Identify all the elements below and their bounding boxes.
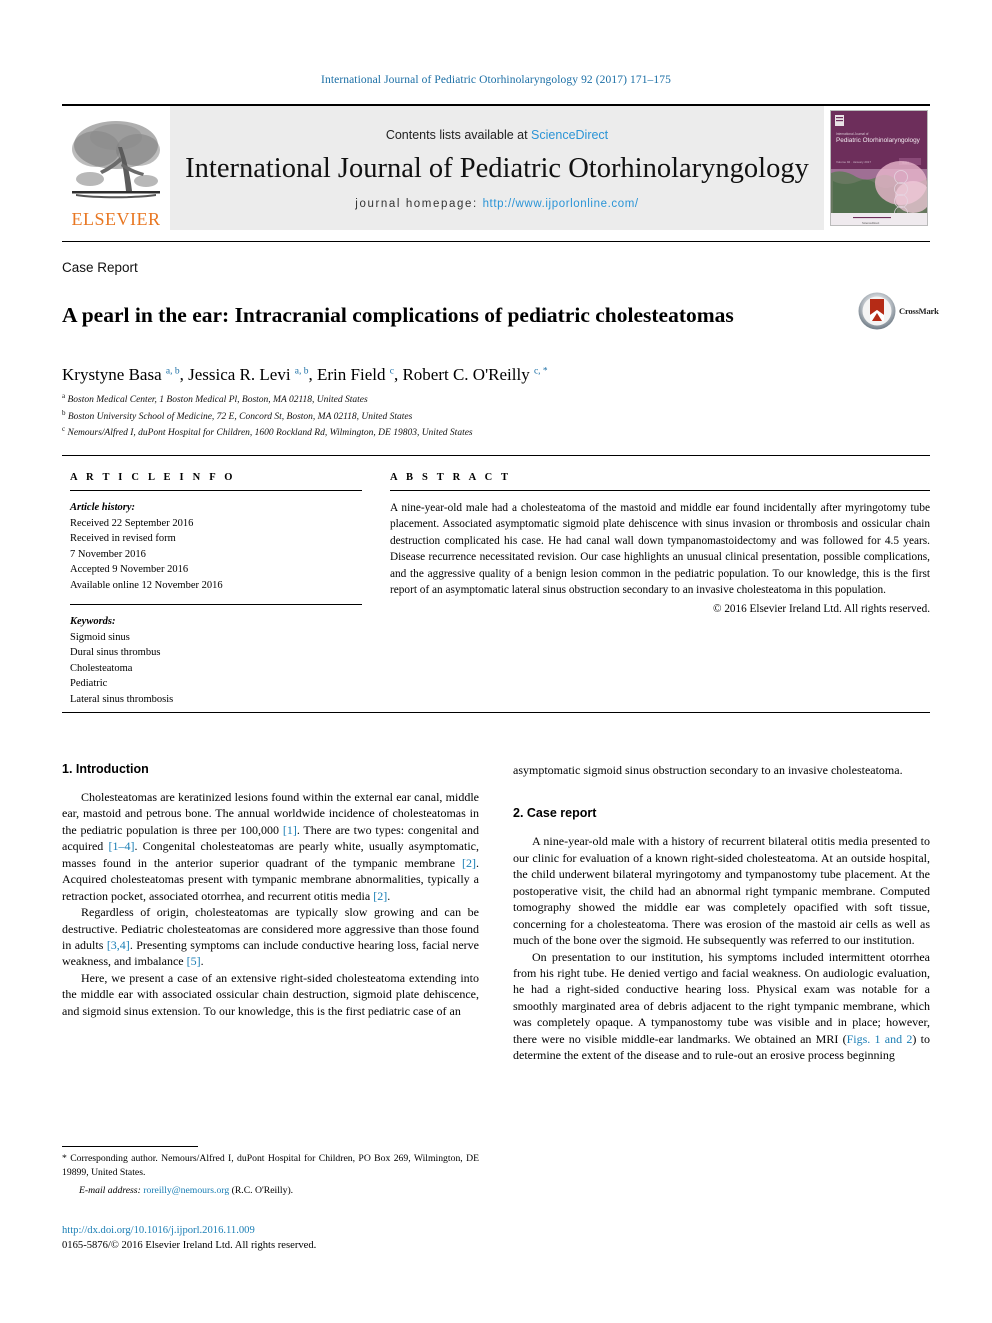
paragraph: Regardless of origin, cholesteatomas are…: [62, 904, 479, 970]
svg-text:Volume 92 · January 2017: Volume 92 · January 2017: [836, 160, 871, 164]
abstract-panel: A B S T R A C T A nine-year-old male had…: [390, 472, 930, 615]
paragraph: Here, we present a case of an extensive …: [62, 970, 479, 1018]
author-list: Krystyne Basa a, b, Jessica R. Levi a, b…: [62, 365, 882, 385]
contents-available-line: Contents lists available at ScienceDirec…: [386, 128, 608, 142]
keyword-item: Lateral sinus thrombosis: [70, 693, 174, 705]
corresponding-author-note: * Corresponding author. Nemours/Alfred I…: [62, 1152, 479, 1180]
issn-copyright: 0165-5876/© 2016 Elsevier Ireland Ltd. A…: [62, 1240, 317, 1252]
paragraph: On presentation to our institution, his …: [513, 949, 930, 1064]
email-label: E-mail address:: [79, 1185, 141, 1197]
homepage-url[interactable]: http://www.ijporlonline.com/: [483, 198, 639, 210]
keyword-item: Cholesteatoma: [70, 662, 133, 674]
affiliation-list: a Boston Medical Center, 1 Boston Medica…: [62, 391, 882, 441]
text-run: .: [200, 954, 204, 969]
journal-homepage-line: journal homepage: http://www.ijporlonlin…: [355, 198, 638, 210]
svg-text:International Journal of: International Journal of: [836, 132, 869, 136]
body-column-right: asymptomatic sigmoid sinus obstruction s…: [513, 762, 930, 1064]
email-note: E-mail address: roreilly@nemours.org (R.…: [62, 1184, 479, 1198]
column-spacer: [513, 778, 930, 806]
article-info-heading: A R T I C L E I N F O: [70, 472, 236, 483]
affiliation-mark: b: [62, 408, 66, 417]
history-item: Available online 12 November 2016: [70, 579, 223, 591]
article-history: Article history: Received 22 September 2…: [70, 500, 362, 593]
title-divider: [62, 241, 930, 242]
crossmark-label: CrossMark: [899, 306, 939, 316]
elsevier-tree-icon: [66, 117, 166, 209]
keyword-item: Dural sinus thrombus: [70, 647, 161, 659]
affiliation-text: Boston Medical Center, 1 Boston Medical …: [67, 395, 368, 406]
history-item: Accepted 9 November 2016: [70, 564, 189, 576]
citation-ref[interactable]: [2]: [373, 889, 387, 903]
paragraph: Cholesteatomas are keratinized lesions f…: [62, 789, 479, 904]
corresponding-text: Corresponding author. Nemours/Alfred I, …: [62, 1153, 479, 1179]
affiliation-mark: c: [62, 425, 66, 434]
homepage-label: journal homepage:: [355, 197, 483, 210]
elsevier-logo: ELSEVIER: [62, 106, 170, 230]
keyword-item: Pediatric: [70, 678, 108, 690]
abstract-text: A nine-year-old male had a cholesteatoma…: [390, 502, 930, 596]
keywords-label: Keywords:: [70, 616, 116, 628]
citation-ref[interactable]: [1]: [283, 823, 297, 837]
keyword-item: Sigmoid sinus: [70, 631, 130, 643]
info-divider-top: [62, 455, 930, 456]
info-divider-bottom: [62, 712, 930, 713]
journal-masthead: ELSEVIER Contents lists available at Sci…: [62, 104, 930, 230]
affiliation-mark: a: [62, 392, 66, 400]
abstract-copyright: © 2016 Elsevier Ireland Ltd. All rights …: [713, 603, 930, 616]
article-info-panel: A R T I C L E I N F O Article history: R…: [70, 472, 362, 707]
citation-ref[interactable]: [2]: [462, 856, 476, 870]
journal-cover-thumbnail: International Journal of Pediatric Otorh…: [830, 110, 928, 226]
journal-band: Contents lists available at ScienceDirec…: [170, 106, 824, 230]
body-column-left: 1. Introduction Cholesteatomas are kerat…: [62, 762, 479, 1019]
abstract-heading: A B S T R A C T: [390, 472, 512, 483]
keywords-rule: [70, 604, 362, 606]
running-head: International Journal of Pediatric Otorh…: [321, 74, 671, 86]
paragraph: A nine-year-old male with a history of r…: [513, 834, 930, 948]
article-info-rule: [70, 490, 362, 491]
section-heading-introduction: 1. Introduction: [62, 762, 149, 776]
sciencedirect-link[interactable]: ScienceDirect: [531, 128, 608, 142]
article-history-label: Article history:: [70, 502, 136, 513]
citation-ref[interactable]: [5]: [187, 954, 201, 968]
affiliation-item: c Nemours/Alfred I, duPont Hospital for …: [62, 424, 882, 441]
doi-block: http://dx.doi.org/10.1016/j.ijporl.2016.…: [62, 1223, 502, 1253]
history-item: Received 22 September 2016: [70, 517, 194, 529]
text-run: .: [387, 888, 391, 903]
affiliation-text: Nemours/Alfred I, duPont Hospital for Ch…: [67, 428, 473, 439]
history-item: Received in revised form: [70, 533, 176, 545]
affiliation-item: b Boston University School of Medicine, …: [62, 408, 882, 425]
footnote-divider: [62, 1146, 198, 1147]
crossmark-icon: [858, 292, 896, 330]
keywords-list: Keywords: Sigmoid sinus Dural sinus thro…: [70, 614, 362, 707]
contents-prefix: Contents lists available at: [385, 128, 532, 143]
page-title: A pearl in the ear: Intracranial complic…: [62, 303, 734, 328]
citation-ref[interactable]: [3,4]: [107, 938, 130, 952]
doi-link[interactable]: http://dx.doi.org/10.1016/j.ijporl.2016.…: [62, 1223, 502, 1238]
history-item: 7 November 2016: [70, 548, 146, 560]
abstract-rule: [390, 490, 930, 491]
footnote-block: * Corresponding author. Nemours/Alfred I…: [62, 1152, 479, 1198]
svg-text:ScienceDirect: ScienceDirect: [862, 221, 879, 225]
affiliation-item: a Boston Medical Center, 1 Boston Medica…: [62, 391, 882, 408]
elsevier-wordmark: ELSEVIER: [71, 209, 161, 229]
figure-ref[interactable]: Figs. 1 and 2: [847, 1032, 913, 1046]
paragraph-continuation: asymptomatic sigmoid sinus obstruction s…: [513, 763, 903, 777]
crossmark-badge[interactable]: CrossMark: [857, 288, 939, 334]
email-link[interactable]: roreilly@nemours.org: [143, 1185, 229, 1196]
affiliation-text: Boston University School of Medicine, 72…: [67, 411, 413, 422]
journal-title: International Journal of Pediatric Otorh…: [185, 153, 809, 185]
section-heading-case-report: 2. Case report: [513, 806, 597, 821]
article-type-label: Case Report: [62, 260, 138, 275]
article-page: International Journal of Pediatric Otorh…: [0, 0, 992, 1323]
svg-text:Pediatric Otorhinolaryngology: Pediatric Otorhinolaryngology: [836, 137, 921, 144]
email-owner: (R.C. O'Reilly).: [231, 1185, 294, 1197]
citation-ref[interactable]: [1–4]: [109, 839, 135, 853]
authors-text: Krystyne Basa a, b, Jessica R. Levi a, b…: [62, 365, 548, 384]
